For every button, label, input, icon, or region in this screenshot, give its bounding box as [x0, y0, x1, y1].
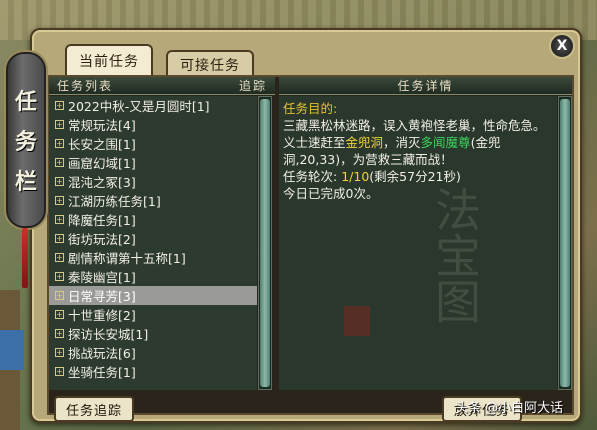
task-list-item-label: 江湖历练任务[1] — [68, 194, 161, 209]
task-list-item[interactable]: + 剧情称谓第十五称[1] — [49, 248, 257, 267]
task-list-item[interactable]: + 江湖历练任务[1] — [49, 191, 257, 210]
expand-icon[interactable]: + — [55, 215, 64, 224]
expand-icon[interactable]: + — [55, 310, 64, 319]
task-list: +2022中秋-又是月圆时[1] + 常规玩法[4] + 长安之围[1] + 画窟幻域[1]… — [49, 96, 257, 390]
task-list-item[interactable]: + 探访长安城[1] — [49, 324, 257, 343]
task-list-item[interactable]: + 日常寻芳[3] — [49, 286, 257, 305]
expand-icon[interactable]: + — [55, 139, 64, 148]
track-column-label: 追踪 — [238, 79, 267, 93]
expand-icon[interactable]: + — [55, 348, 64, 357]
task-list-item-label: 日常寻芳[3] — [68, 289, 136, 304]
task-list-item[interactable]: + 挑战玩法[6] — [49, 343, 257, 362]
expand-icon[interactable]: + — [55, 272, 64, 281]
task-detail-header: 任务详情 — [279, 77, 572, 95]
close-button[interactable]: X — [549, 33, 575, 59]
task-list-item-label: 坐骑任务[1] — [68, 365, 136, 380]
goal-label: 任务目的: — [283, 101, 338, 116]
expand-icon[interactable]: + — [55, 177, 64, 186]
task-list-item[interactable]: + 坐骑任务[1] — [49, 362, 257, 381]
task-list-item-label: 降魔任务[1] — [68, 213, 136, 228]
task-detail: 法宝图 任务目的: 三藏黑松林迷路，误入黄袍怪老巢，性命危急。义士速赶至金兜洞，… — [279, 96, 557, 390]
task-list-item-label: 十世重修[2] — [68, 308, 136, 323]
expand-icon[interactable]: + — [55, 253, 64, 262]
target-link[interactable]: 多闻魔尊 — [421, 135, 471, 150]
background-water — [0, 330, 24, 370]
task-list-item-label: 街坊玩法[2] — [68, 232, 136, 247]
expand-icon[interactable]: + — [55, 158, 64, 167]
task-detail-scrollbar[interactable] — [558, 96, 572, 390]
time-remaining: (剩余57分21秒) — [369, 169, 461, 184]
task-description: 三藏黑松林迷路，误入黄袍怪老巢，性命危急。义士速赶至金兜洞，消灭多闻魔尊(金兜洞… — [283, 118, 546, 167]
task-list-item-label: 秦陵幽宫[1] — [68, 270, 136, 285]
expand-icon[interactable]: + — [55, 291, 64, 300]
task-list-item-label: 混沌之冢[3] — [68, 175, 136, 190]
task-list-item[interactable]: + 常规玩法[4] — [49, 115, 257, 134]
location-link[interactable]: 金兜洞 — [346, 135, 384, 150]
task-list-item-label: 探访长安城[1] — [68, 327, 149, 342]
task-list-item[interactable]: + 十世重修[2] — [49, 305, 257, 324]
watermark: 头条 @小白阿大话 — [455, 401, 564, 416]
track-task-button[interactable]: 任务追踪 — [54, 396, 135, 422]
background-calligraphy: 法宝图 — [428, 186, 482, 324]
task-list-item-label: 长安之围[1] — [68, 137, 136, 152]
expand-icon[interactable]: + — [55, 234, 64, 243]
task-list-item-label: 常规玩法[4] — [68, 118, 136, 133]
task-list-scroll-thumb[interactable] — [260, 99, 270, 387]
task-list-header: 任务列表 追踪 — [49, 77, 275, 95]
task-list-item[interactable]: + 长安之围[1] — [49, 134, 257, 153]
task-list-item[interactable]: + 画窟幻域[1] — [49, 153, 257, 172]
expand-icon[interactable]: + — [55, 367, 64, 376]
tab-current-tasks[interactable]: 当前任务 — [65, 44, 153, 76]
expand-icon[interactable]: + — [55, 196, 64, 205]
task-list-item-label: 2022中秋-又是月圆时[1] — [68, 99, 210, 114]
task-list-item[interactable]: + 降魔任务[1] — [49, 210, 257, 229]
expand-icon[interactable]: + — [55, 120, 64, 129]
task-list-item[interactable]: + 混沌之冢[3] — [49, 172, 257, 191]
task-list-item-label: 剧情称谓第十五称[1] — [68, 251, 186, 266]
task-list-item[interactable]: + 秦陵幽宫[1] — [49, 267, 257, 286]
task-window: 当前任务 可接任务 X 任务列表 追踪 任务详情 +2022中秋-又是月圆时[1… — [30, 28, 582, 423]
expand-icon[interactable]: + — [55, 101, 64, 110]
task-round: 任务轮次: 1/10(剩余57分21秒) — [283, 169, 461, 184]
completed-today: 今日已完成0次。 — [283, 186, 379, 201]
tab-available-tasks[interactable]: 可接任务 — [166, 50, 254, 78]
task-list-title: 任务列表 — [57, 79, 114, 93]
seal-stamp — [344, 306, 370, 336]
task-list-item-label: 画窟幻域[1] — [68, 156, 136, 171]
task-list-item[interactable]: +2022中秋-又是月圆时[1] — [49, 96, 257, 115]
round-value: 1/10 — [341, 169, 370, 184]
task-list-item-label: 挑战玩法[6] — [68, 346, 136, 361]
task-detail-title: 任务详情 — [397, 79, 454, 93]
expand-icon[interactable]: + — [55, 329, 64, 338]
task-list-item[interactable]: + 街坊玩法[2] — [49, 229, 257, 248]
task-list-scrollbar[interactable] — [258, 96, 272, 390]
tassel-ornament — [22, 228, 28, 288]
task-detail-scroll-thumb[interactable] — [560, 99, 570, 387]
task-bar-emblem: 任 务 栏 — [6, 52, 46, 228]
